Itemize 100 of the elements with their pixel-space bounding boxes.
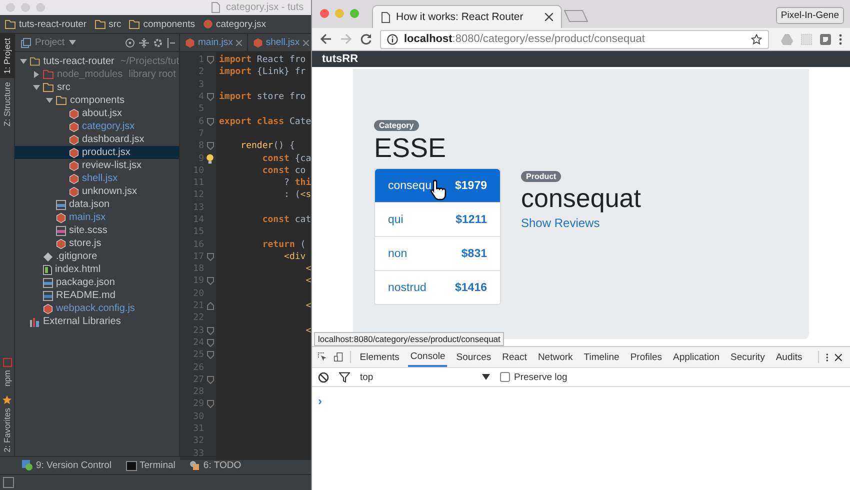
tree-item[interactable]: about.jsx xyxy=(15,107,179,120)
devtools-tab[interactable]: Console xyxy=(408,347,448,367)
expand-arrow-icon[interactable] xyxy=(20,58,26,65)
devtools-tab[interactable]: Security xyxy=(728,347,767,367)
target-icon[interactable] xyxy=(125,38,135,48)
tree-item[interactable]: unknown.jsx xyxy=(15,185,179,198)
tool-window-button[interactable]: 6: TODO xyxy=(189,460,242,471)
product-link[interactable]: non $831 xyxy=(375,236,500,270)
fold-marker-icon[interactable] xyxy=(206,400,214,408)
tree-item[interactable]: components xyxy=(15,94,179,107)
close-icon[interactable] xyxy=(545,13,553,21)
tool-window-tab[interactable]: 1: Project xyxy=(0,34,14,78)
context-selector[interactable]: top xyxy=(360,372,490,382)
tree-item[interactable]: External Libraries xyxy=(15,315,179,328)
category-label: Category xyxy=(374,120,419,131)
editor-tab[interactable]: main.jsx xyxy=(180,34,248,51)
devtools-tab[interactable]: Elements xyxy=(358,347,402,367)
tree-item[interactable]: data.json xyxy=(15,198,179,211)
bookmark-star-icon[interactable] xyxy=(751,34,762,44)
tree-item[interactable]: shell.jsx xyxy=(15,172,179,185)
code-line: import React fro xyxy=(219,55,306,66)
breadcrumb-item[interactable]: category.jsx xyxy=(216,18,266,30)
hide-icon[interactable] xyxy=(167,38,175,48)
code-line: const {ca xyxy=(261,154,311,164)
tree-item[interactable]: package.json xyxy=(15,276,179,289)
extension-icon[interactable] xyxy=(820,34,831,44)
tool-window-button[interactable]: 9: Version Control xyxy=(22,460,112,471)
fold-marker-icon[interactable] xyxy=(206,56,214,64)
fold-marker-icon[interactable] xyxy=(206,142,214,150)
devtools-tab[interactable]: Sources xyxy=(454,347,494,367)
expand-arrow-icon[interactable] xyxy=(46,97,52,104)
expand-arrow-icon[interactable] xyxy=(32,71,40,78)
fold-marker-icon[interactable] xyxy=(206,338,214,347)
tree-item[interactable]: site.scss xyxy=(15,224,179,237)
devtools-tab[interactable]: Network xyxy=(536,347,575,367)
tree-item[interactable]: product.jsx xyxy=(15,146,179,159)
product-link[interactable]: qui $1211 xyxy=(375,202,500,236)
tool-window-tab[interactable]: Z: Structure xyxy=(0,78,14,130)
collapse-icon[interactable] xyxy=(139,38,149,48)
product-link[interactable]: nostrud $1416 xyxy=(375,270,500,304)
brand-link[interactable]: tutsRR xyxy=(322,53,358,65)
file-icon xyxy=(203,19,214,29)
back-icon[interactable] xyxy=(320,33,332,45)
reload-icon[interactable] xyxy=(360,33,372,45)
fold-marker-icon[interactable] xyxy=(206,351,214,360)
close-icon[interactable] xyxy=(835,352,842,362)
tree-item[interactable]: store.js xyxy=(15,237,179,250)
tree-item[interactable]: review-list.jsx xyxy=(15,159,179,172)
tree-item[interactable]: README.md xyxy=(15,289,179,302)
breadcrumb-item[interactable]: tuts-react-router xyxy=(19,18,87,30)
inspect-icon[interactable] xyxy=(318,351,328,363)
close-window-button[interactable] xyxy=(320,9,329,18)
tree-item[interactable]: category.jsx xyxy=(15,120,179,133)
tree-item[interactable]: tuts-react-router ~/Projects/tut xyxy=(15,55,179,68)
tool-window-button[interactable]: Terminal xyxy=(126,460,176,471)
devtools-tab[interactable]: Audits xyxy=(774,347,804,367)
device-icon[interactable] xyxy=(334,351,344,363)
breadcrumb-item[interactable]: src xyxy=(108,18,122,30)
document-icon xyxy=(211,2,220,13)
tree-item[interactable]: index.html xyxy=(15,263,179,276)
panel-toggle-icon[interactable] xyxy=(3,477,14,488)
console-prompt[interactable]: › xyxy=(318,394,322,408)
tree-item[interactable]: main.jsx xyxy=(15,211,179,224)
preserve-log-checkbox[interactable] xyxy=(500,372,510,382)
expand-arrow-icon[interactable] xyxy=(32,84,40,91)
breadcrumb-item[interactable]: components xyxy=(143,18,196,30)
fold-marker-icon[interactable] xyxy=(206,252,214,261)
fold-marker-icon[interactable] xyxy=(206,277,214,286)
clear-console-icon[interactable] xyxy=(318,372,329,382)
more-icon[interactable] xyxy=(826,352,828,362)
devtools-tab[interactable]: Application xyxy=(671,347,722,367)
fold-marker-icon[interactable] xyxy=(206,326,214,335)
tool-window-tab[interactable]: npm xyxy=(0,354,14,391)
fold-marker-icon[interactable] xyxy=(206,93,214,102)
settings-icon[interactable] xyxy=(153,38,163,48)
tool-window-tab[interactable]: 2: Favorites xyxy=(0,390,14,456)
version-control-icon xyxy=(22,460,33,471)
fold-marker-icon[interactable] xyxy=(206,118,214,126)
tree-item[interactable]: dashboard.jsx xyxy=(15,133,179,146)
address-bar[interactable]: localhost:8080/category/esse/product/consequat xyxy=(380,30,769,48)
devtools-tab[interactable]: React xyxy=(500,347,529,367)
new-tab-button[interactable] xyxy=(564,10,588,22)
menu-icon[interactable] xyxy=(839,34,842,44)
lightbulb-icon[interactable] xyxy=(206,154,214,164)
code-line: < xyxy=(304,326,311,336)
tree-item[interactable]: webpack.config.js xyxy=(15,302,179,315)
devtools-tab[interactable]: Profiles xyxy=(628,347,664,367)
browser-tab[interactable]: How it works: React Router xyxy=(372,5,562,28)
filter-icon[interactable] xyxy=(339,372,350,382)
info-icon[interactable] xyxy=(387,34,398,44)
show-reviews-link[interactable]: Show Reviews xyxy=(521,216,600,230)
fold-marker-icon[interactable] xyxy=(206,302,214,310)
profile-button[interactable]: Pixel-In-Gene xyxy=(776,6,844,24)
library-icon xyxy=(30,316,40,326)
tree-item[interactable]: src xyxy=(15,81,179,94)
dropdown-arrow-icon[interactable] xyxy=(482,374,490,380)
tree-item[interactable]: .gitignore xyxy=(15,250,179,263)
devtools-tab[interactable]: Timeline xyxy=(582,347,622,367)
fold-marker-icon[interactable] xyxy=(206,376,214,384)
product-link[interactable]: consequ $1979 xyxy=(375,169,500,202)
